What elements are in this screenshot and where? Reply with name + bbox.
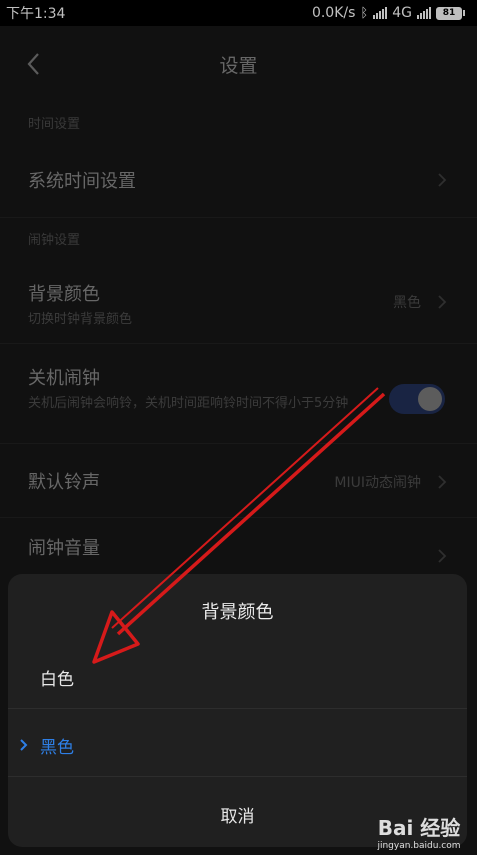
option-black[interactable]: 黑色 (8, 715, 467, 777)
option-white[interactable]: 白色 (8, 647, 467, 709)
background-color-dialog: 背景颜色 白色 黑色 取消 (8, 574, 467, 847)
watermark-url: jingyan.baidu.com (377, 841, 461, 851)
option-label: 黑色 (40, 738, 74, 758)
option-label: 白色 (40, 670, 74, 690)
checkmark-icon (20, 739, 28, 751)
watermark-logo: Bai 经验 (377, 816, 461, 840)
dialog-title: 背景颜色 (201, 602, 274, 623)
watermark: Bai 经验 jingyan.baidu.com (369, 812, 469, 851)
